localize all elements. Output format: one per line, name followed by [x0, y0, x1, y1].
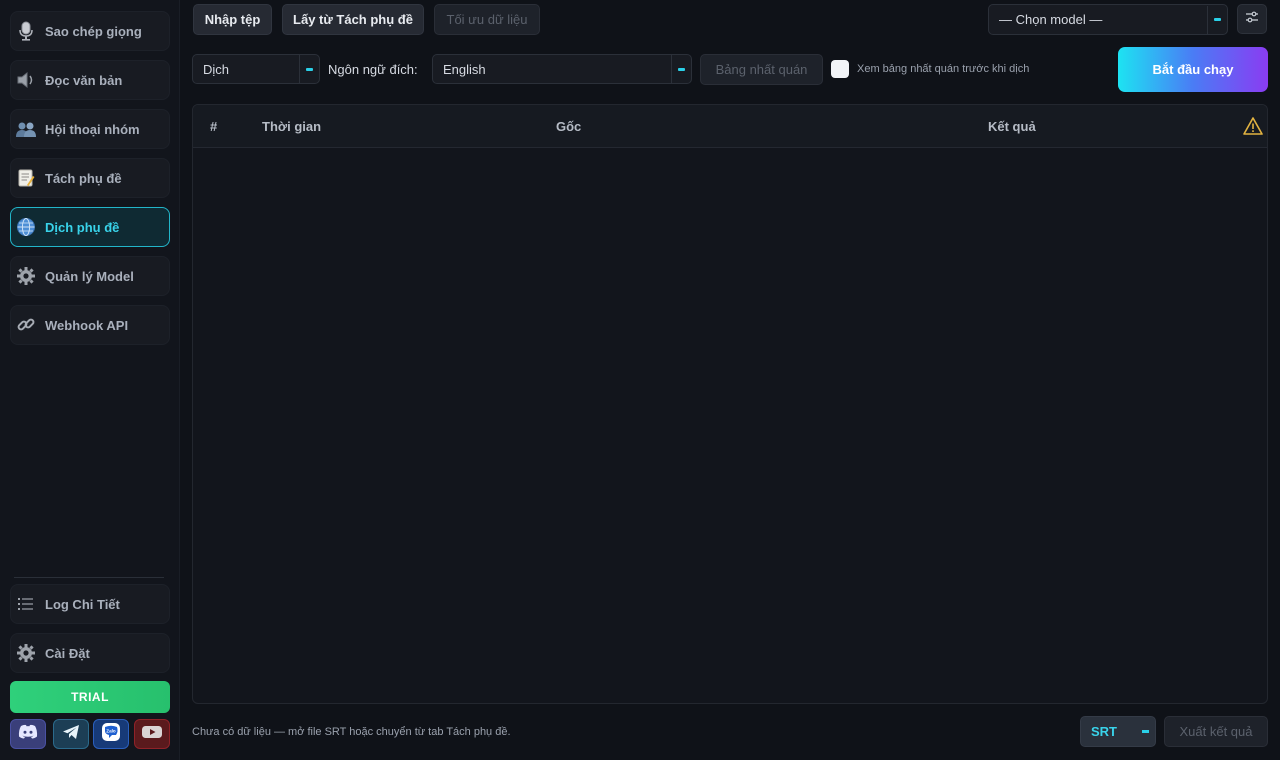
gear-icon — [15, 265, 37, 287]
sidebar-item-read-text[interactable]: Đọc văn bản — [10, 60, 170, 100]
sidebar-item-webhook-api[interactable]: Webhook API — [10, 305, 170, 345]
speaker-icon — [15, 69, 37, 91]
column-header-time: Thời gian — [262, 119, 322, 134]
zalo-icon: Zalo — [101, 722, 121, 747]
sidebar-item-label: Tách phụ đề — [45, 170, 122, 186]
target-language-select[interactable]: English — [432, 54, 692, 84]
sidebar-item-label: Sao chép giọng — [45, 23, 142, 39]
sidebar-item-label: Log Chi Tiết — [45, 596, 120, 612]
sidebar-item-group-chat[interactable]: Hội thoại nhóm — [10, 109, 170, 149]
preview-consistency-checkbox[interactable] — [831, 60, 849, 78]
mode-select[interactable]: Dịch — [192, 54, 320, 84]
column-header-original: Gốc — [556, 119, 582, 134]
sidebar-divider — [14, 577, 164, 578]
discord-icon — [18, 724, 38, 744]
export-format-value: SRT — [1091, 724, 1117, 739]
sidebar-item-settings[interactable]: Cài Đặt — [10, 633, 170, 673]
start-run-button[interactable]: Bắt đầu chạy — [1118, 47, 1268, 92]
sidebar-item-label: Quản lý Model — [45, 268, 134, 284]
target-language-label: Ngôn ngữ đích: — [328, 62, 418, 77]
target-language-value: English — [443, 61, 486, 77]
link-icon — [15, 314, 37, 336]
consistency-table-button[interactable]: Bảng nhất quán — [700, 54, 823, 85]
microphone-icon — [15, 20, 37, 42]
model-select-value: — Chọn model — — [999, 12, 1103, 27]
table-header: # Thời gian Gốc Kết quả — [193, 105, 1267, 148]
status-message: Chưa có dữ liệu — mở file SRT hoặc chuyể… — [192, 726, 511, 738]
svg-text:Zalo: Zalo — [106, 728, 116, 733]
sidebar-item-label: Đọc văn bản — [45, 72, 123, 88]
export-format-select[interactable]: SRT — [1080, 716, 1156, 747]
sidebar-item-subtitle-extract[interactable]: Tách phụ đề — [10, 158, 170, 198]
mode-select-value: Dịch — [203, 61, 230, 77]
export-result-button[interactable]: Xuất kết quả — [1164, 716, 1268, 747]
list-icon — [15, 593, 37, 615]
import-file-button[interactable]: Nhập tệp — [193, 4, 272, 35]
sidebar-item-label: Cài Đặt — [45, 645, 90, 661]
discord-button[interactable] — [10, 719, 46, 749]
telegram-button[interactable] — [53, 719, 89, 749]
optimize-data-button[interactable]: Tối ưu dữ liệu — [434, 4, 540, 35]
sidebar-item-label: Webhook API — [45, 317, 129, 333]
fetch-from-extract-button[interactable]: Lấy từ Tách phụ đề — [282, 4, 424, 35]
sliders-icon — [1245, 10, 1259, 28]
sidebar-item-voice-clone[interactable]: Sao chép giọng — [10, 11, 170, 51]
youtube-icon — [141, 724, 163, 745]
settings-sliders-button[interactable] — [1237, 4, 1267, 34]
chevron-down-icon — [299, 55, 319, 83]
sidebar-item-label: Dịch phụ đề — [45, 219, 120, 235]
globe-icon — [15, 216, 37, 238]
telegram-icon — [62, 724, 80, 745]
column-header-result: Kết quả — [988, 119, 1036, 134]
sidebar-item-label: Hội thoại nhóm — [45, 121, 140, 137]
youtube-button[interactable] — [134, 719, 170, 749]
chevron-down-icon — [671, 55, 691, 83]
zalo-button[interactable]: Zalo — [93, 719, 129, 749]
sidebar-item-log-detail[interactable]: Log Chi Tiết — [10, 584, 170, 624]
column-header-index: # — [210, 119, 218, 134]
chevron-down-icon — [1135, 730, 1155, 733]
chevron-down-icon — [1207, 5, 1227, 34]
warning-icon[interactable] — [1243, 116, 1263, 136]
model-select[interactable]: — Chọn model — — [988, 4, 1228, 35]
preview-consistency-label: Xem bảng nhất quán trước khi dịch — [857, 63, 1030, 75]
sidebar-item-translate-subtitle[interactable]: Dịch phụ đề — [10, 207, 170, 247]
subtitle-table: # Thời gian Gốc Kết quả — [192, 104, 1268, 704]
people-icon — [15, 118, 37, 140]
gear-icon — [15, 642, 37, 664]
memo-icon — [15, 167, 37, 189]
sidebar: Sao chép giọng Đọc văn bản Hội thoại nhó… — [0, 0, 180, 760]
sidebar-item-model-manager[interactable]: Quản lý Model — [10, 256, 170, 296]
trial-button[interactable]: TRIAL — [10, 681, 170, 713]
